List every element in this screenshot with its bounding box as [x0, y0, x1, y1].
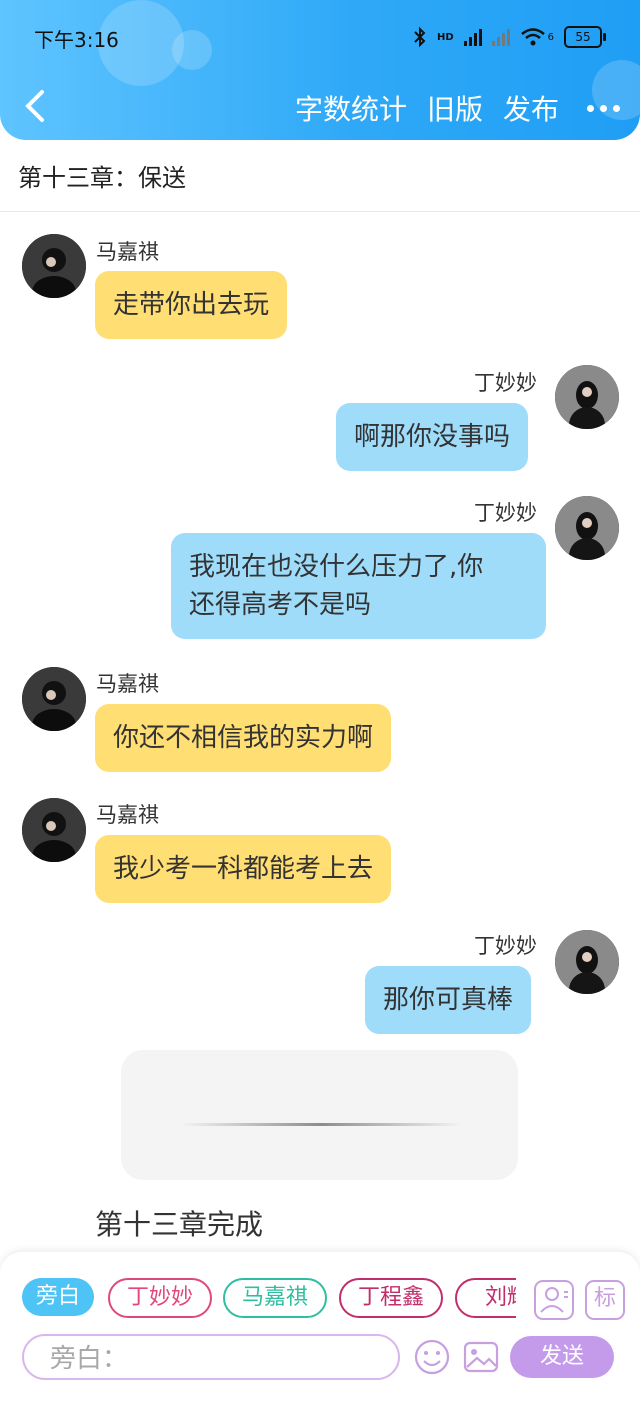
chevron-left-icon: [25, 90, 44, 122]
loading-line: [181, 1123, 461, 1126]
message-input[interactable]: 旁白：: [22, 1334, 400, 1380]
avatar[interactable]: [22, 798, 86, 862]
bluetooth-icon: [414, 26, 426, 48]
speaker-name: 马嘉祺: [96, 803, 159, 827]
battery-icon: 55: [564, 26, 606, 48]
chapter-complete-label: 第十三章完成: [95, 1208, 264, 1241]
decor-bubble: [172, 30, 212, 70]
signal-icon: [463, 28, 482, 46]
role-chip-ding-chengxin[interactable]: 丁程鑫: [339, 1278, 443, 1318]
role-chip-ma-jiaqi[interactable]: 马嘉祺: [223, 1278, 327, 1318]
avatar[interactable]: [555, 930, 619, 994]
wifi-icon: [520, 28, 545, 46]
loading-placeholder: [121, 1050, 518, 1180]
speaker-name: 马嘉祺: [96, 240, 159, 264]
signal-2-icon: [491, 28, 510, 46]
avatar[interactable]: [555, 496, 619, 560]
message-text-line: 我现在也没什么压力了,你: [189, 552, 484, 582]
avatar[interactable]: [22, 667, 86, 731]
message-bubble[interactable]: 你还不相信我的实力啊: [95, 704, 392, 772]
divider: [0, 211, 640, 212]
word-count-button[interactable]: 字数统计: [295, 88, 407, 128]
role-chip-liu-yao[interactable]: 刘耀: [455, 1278, 516, 1318]
speaker-name: 丁妙妙: [474, 934, 537, 958]
role-chip-ding-miaomiao[interactable]: 丁妙妙: [108, 1278, 212, 1318]
top-header: 下午3:16 HD 6 55 字数统计 旧版 发布: [0, 0, 640, 140]
message-text-line: 还得高考不是吗: [189, 590, 372, 620]
message-bubble[interactable]: 走带你出去玩: [95, 271, 288, 339]
message-bubble[interactable]: 我少考一科都能考上去: [95, 835, 392, 903]
old-version-button[interactable]: 旧版: [427, 88, 483, 128]
chapter-title: 第十三章：保送: [18, 164, 186, 192]
status-icons: HD 6 55: [413, 24, 606, 50]
back-button[interactable]: [22, 88, 52, 124]
speaker-name: 马嘉祺: [96, 672, 159, 696]
nav-actions: 字数统计 旧版 发布: [295, 88, 620, 128]
composer-panel: 旁白 丁妙妙 马嘉祺 丁程鑫 刘耀 标 旁白： 发送: [0, 1252, 640, 1422]
send-button[interactable]: 发送: [510, 1336, 614, 1378]
speaker-name: 丁妙妙: [474, 501, 537, 525]
avatar[interactable]: [555, 365, 619, 429]
message-bubble[interactable]: 啊那你没事吗: [336, 403, 529, 471]
speaker-name: 丁妙妙: [474, 371, 537, 395]
hd-label: HD: [436, 31, 454, 43]
role-chip-narration[interactable]: 旁白: [22, 1278, 94, 1316]
message-bubble[interactable]: 我现在也没什么压力了,你 还得高考不是吗: [171, 533, 546, 639]
emoji-icon[interactable]: [413, 1338, 451, 1376]
tag-button[interactable]: 标: [585, 1280, 625, 1320]
wifi-label: 6: [547, 31, 554, 43]
status-time: 下午3:16: [34, 28, 119, 52]
message-bubble[interactable]: 那你可真棒: [365, 966, 532, 1034]
role-manage-icon[interactable]: [534, 1280, 574, 1320]
more-menu-icon[interactable]: [579, 104, 620, 112]
role-selector: 旁白 丁妙妙 马嘉祺 丁程鑫 刘耀: [22, 1278, 516, 1320]
publish-button[interactable]: 发布: [503, 88, 559, 128]
image-icon[interactable]: [462, 1338, 500, 1376]
avatar[interactable]: [22, 234, 86, 298]
